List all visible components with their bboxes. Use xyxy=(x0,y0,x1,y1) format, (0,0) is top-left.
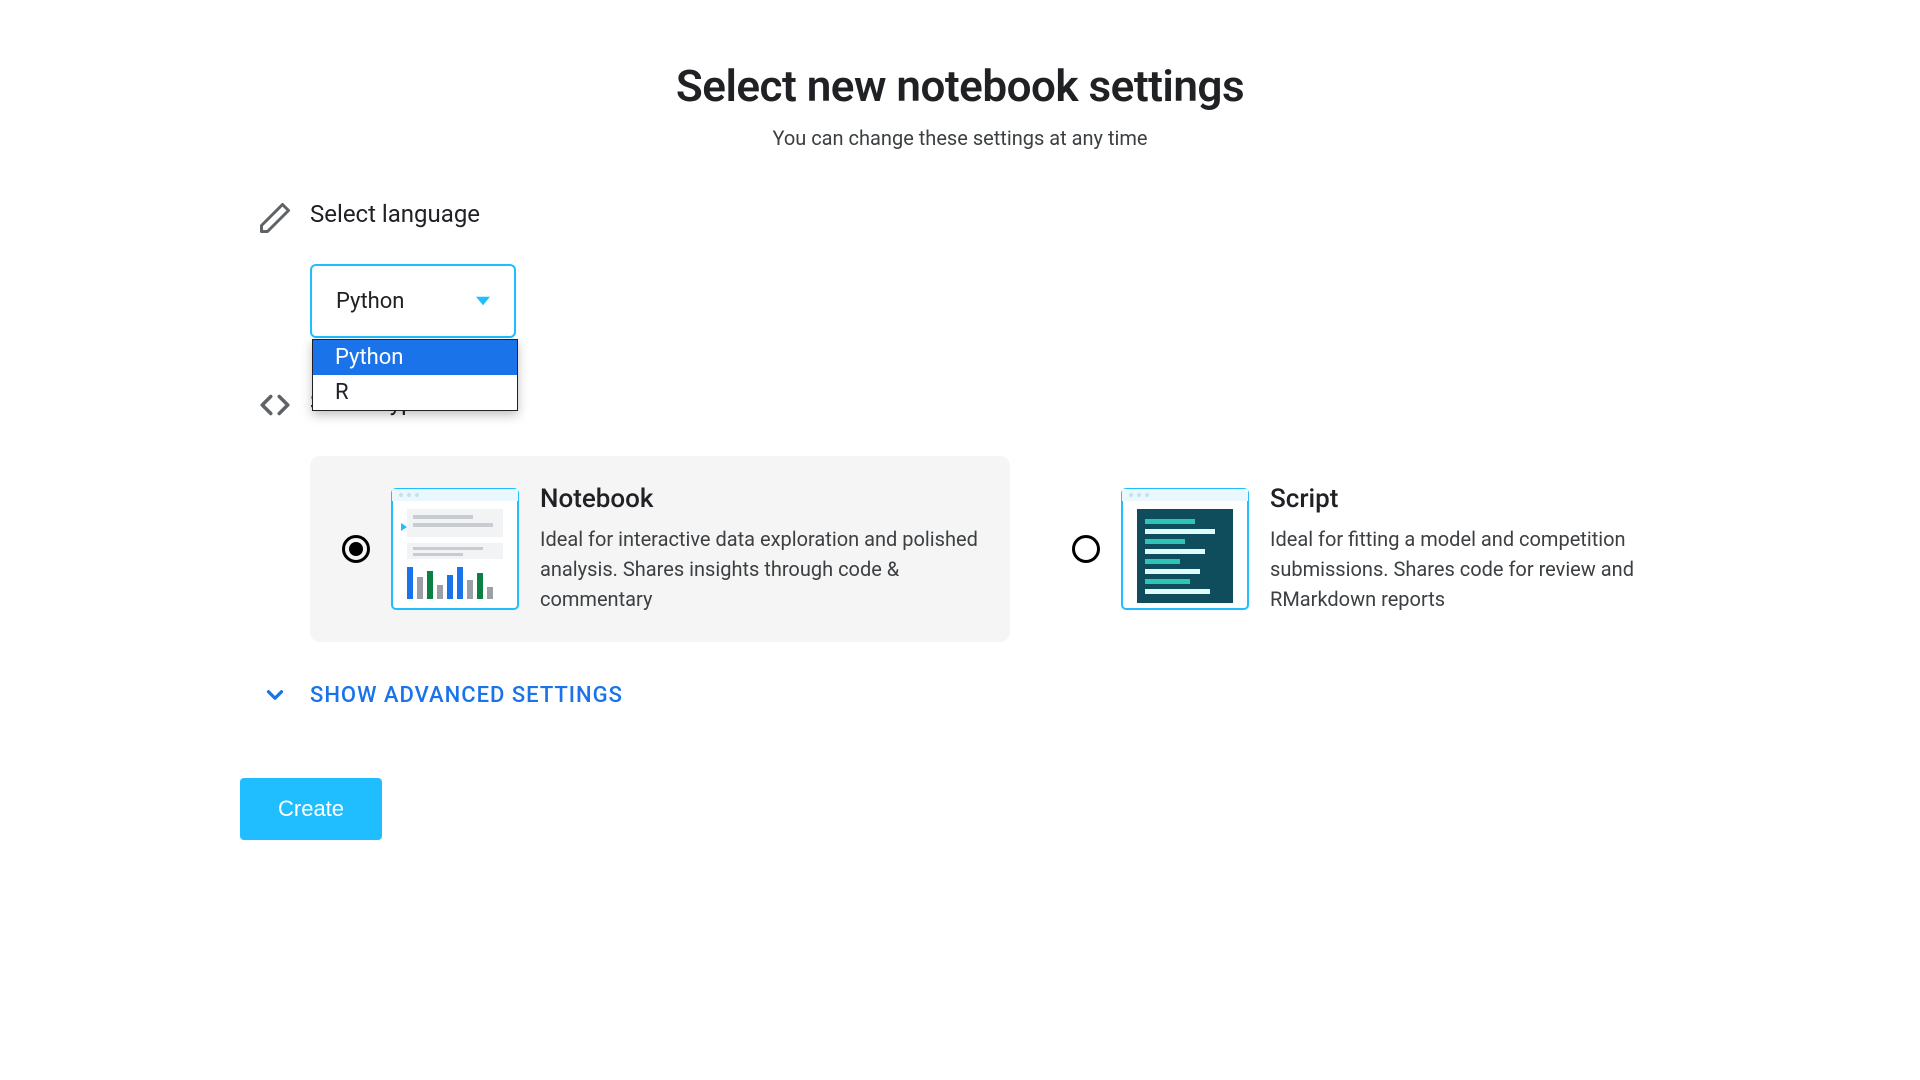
type-section: Select type xyxy=(240,388,1680,642)
language-dropdown: Python R xyxy=(312,339,518,411)
notebook-title: Notebook xyxy=(540,484,978,514)
pencil-icon xyxy=(257,200,293,236)
type-option-script[interactable]: Script Ideal for fitting a model and com… xyxy=(1040,456,1740,642)
notebook-desc: Ideal for interactive data exploration a… xyxy=(540,524,978,614)
type-label: Select type xyxy=(310,388,1740,416)
language-select-value: Python xyxy=(336,289,404,314)
script-thumbnail-icon xyxy=(1120,484,1250,614)
script-title: Script xyxy=(1270,484,1708,514)
notebook-thumbnail-icon xyxy=(390,484,520,614)
advanced-settings-toggle[interactable]: SHOW ADVANCED SETTINGS xyxy=(240,682,1680,708)
code-icon xyxy=(258,388,292,422)
page-subtitle: You can change these settings at any tim… xyxy=(240,126,1680,150)
script-desc: Ideal for fitting a model and competitio… xyxy=(1270,524,1708,614)
radio-notebook[interactable] xyxy=(342,535,370,563)
type-option-notebook[interactable]: Notebook Ideal for interactive data expl… xyxy=(310,456,1010,642)
chevron-down-icon xyxy=(262,682,288,708)
page-title: Select new notebook settings xyxy=(240,60,1680,112)
advanced-settings-label: SHOW ADVANCED SETTINGS xyxy=(310,683,623,708)
language-label: Select language xyxy=(310,200,1680,228)
language-option-python[interactable]: Python xyxy=(313,340,517,375)
radio-script[interactable] xyxy=(1072,535,1100,563)
language-section: Select language Python Python R xyxy=(240,200,1680,338)
language-option-r[interactable]: R xyxy=(313,375,517,410)
create-button[interactable]: Create xyxy=(240,778,382,840)
language-select[interactable]: Python xyxy=(310,264,516,338)
caret-down-icon xyxy=(476,294,490,308)
